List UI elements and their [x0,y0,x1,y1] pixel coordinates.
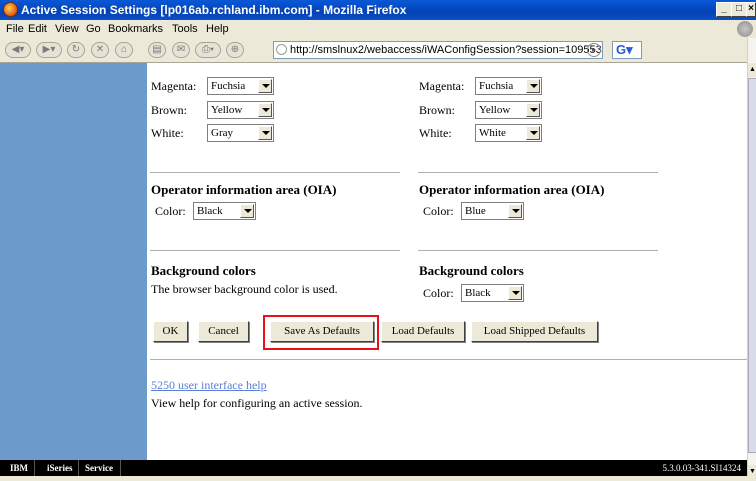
cancel-button[interactable]: Cancel [198,321,249,342]
stop-icon[interactable]: ✕ [91,42,109,58]
white-select-right[interactable]: White [475,124,542,142]
divider [418,250,658,251]
oia-color-select-left[interactable]: Black [193,202,256,220]
forward-button[interactable]: ▶▾ [36,42,62,58]
background-heading-left: Background colors [151,263,256,278]
divider [150,359,747,360]
divider [78,460,79,476]
scroll-up-icon[interactable]: ▲ [748,63,756,77]
chevron-down-icon [258,126,272,140]
menu-help[interactable]: Help [206,23,229,35]
chevron-down-icon [526,126,540,140]
home-icon[interactable]: ⌂ [115,42,133,58]
settings-content: Magenta: Fuchsia Brown: Yellow White: Gr… [147,63,747,460]
help-description: View help for configuring an active sess… [151,396,363,410]
oia-color-label-left: Color: [155,204,186,218]
oia-heading-left: Operator information area (OIA) [151,182,337,197]
color-label-brown-right: Brown: [419,103,455,117]
oia-color-select-right[interactable]: Blue [461,202,524,220]
navigation-toolbar: ◀▾ ▶▾ ↻ ✕ ⌂ ▤ ✉ ⎙▾ ⊕ http://smslnux2/web… [0,38,756,63]
chevron-down-icon [526,103,540,117]
menu-bookmarks[interactable]: Bookmarks [108,23,163,35]
background-color-label-right: Color: [423,286,454,300]
left-navigation-panel [0,63,147,460]
window-title: Active Session Settings [lp016ab.rchland… [21,3,407,17]
reload-icon[interactable]: ↻ [67,42,85,58]
url-text: http://smslnux2/webaccess/iWAConfigSessi… [290,44,603,56]
chevron-down-icon [508,204,522,218]
divider [120,460,121,476]
magenta-select-left[interactable]: Fuchsia [207,77,274,95]
chevron-down-icon [240,204,254,218]
chevron-down-icon [258,79,272,93]
oia-heading-right: Operator information area (OIA) [419,182,605,197]
color-label-magenta-left: Magenta: [151,79,197,93]
version-text: 5.3.0.03-341.SI14324 [662,463,742,473]
help-link[interactable]: 5250 user interface help [151,378,267,393]
menu-bar: File Edit View Go Bookmarks Tools Help [0,20,756,39]
window-bottom-edge [0,476,756,481]
history-icon[interactable]: ▤ [148,42,166,58]
go-icon[interactable]: ▸ [587,43,601,57]
chevron-down-icon [526,79,540,93]
maximize-button[interactable]: □ [731,2,747,17]
address-bar[interactable]: http://smslnux2/webaccess/iWAConfigSessi… [273,41,603,59]
extension-icon[interactable]: ⊕ [226,42,244,58]
divider [418,172,658,173]
background-heading-right: Background colors [419,263,524,278]
brown-select-right[interactable]: Yellow [475,101,542,119]
color-label-brown-left: Brown: [151,103,187,117]
scroll-thumb[interactable] [748,78,756,453]
menu-tools[interactable]: Tools [172,23,198,35]
back-button[interactable]: ◀▾ [5,42,31,58]
chevron-down-icon [508,286,522,300]
color-label-white-right: White: [419,126,452,140]
search-engine-icon[interactable]: G▾ [612,41,642,59]
menu-file[interactable]: File [6,23,24,35]
divider [34,460,35,476]
divider [150,172,400,173]
iseries-status-bar: IBM iSeries Service 5.3.0.03-341.SI14324 [0,460,747,476]
status-item-ibm[interactable]: IBM [10,463,28,473]
status-item-service[interactable]: Service [85,463,113,473]
throbber-icon [737,21,753,37]
brown-select-left[interactable]: Yellow [207,101,274,119]
white-select-left[interactable]: Gray [207,124,274,142]
highlight-box [263,315,379,350]
page-icon [276,44,287,55]
chevron-down-icon [258,103,272,117]
print-button[interactable]: ⎙▾ [195,42,221,58]
load-defaults-button[interactable]: Load Defaults [381,321,465,342]
magenta-select-right[interactable]: Fuchsia [475,77,542,95]
color-label-white-left: White: [151,126,184,140]
menu-view[interactable]: View [55,23,79,35]
oia-color-label-right: Color: [423,204,454,218]
load-shipped-defaults-button[interactable]: Load Shipped Defaults [471,321,598,342]
vertical-scrollbar[interactable]: ▲ ▼ [747,38,756,481]
ok-button[interactable]: OK [153,321,188,342]
divider [150,250,400,251]
status-item-iseries[interactable]: iSeries [47,463,73,473]
close-button[interactable]: × [746,2,756,17]
background-color-select-right[interactable]: Black [461,284,524,302]
minimize-button[interactable]: _ [716,2,732,17]
bookmarks-icon[interactable]: ✉ [172,42,190,58]
background-text-left: The browser background color is used. [151,282,338,296]
color-label-magenta-right: Magenta: [419,79,465,93]
title-bar: Active Session Settings [lp016ab.rchland… [0,0,756,20]
menu-edit[interactable]: Edit [28,23,47,35]
menu-go[interactable]: Go [86,23,101,35]
firefox-icon [3,2,18,17]
